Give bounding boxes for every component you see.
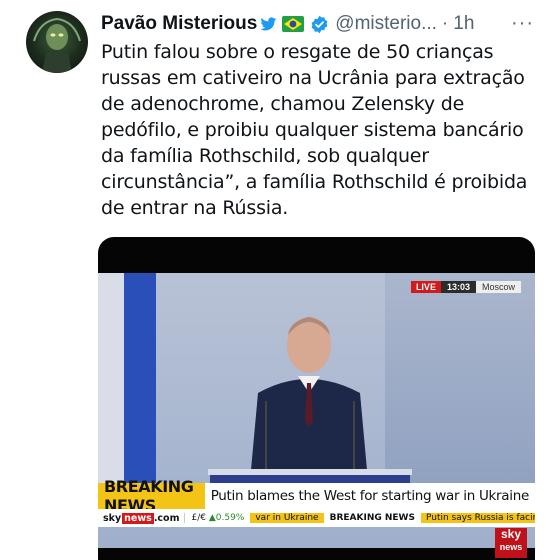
breaking-headline: Putin blames the West for starting war i… — [204, 483, 535, 509]
tweet-text: Putin falou sobre o resgate de 50 crianç… — [101, 41, 528, 219]
breaking-news-label: BREAKING NEWS — [98, 477, 205, 515]
brand-news: news — [122, 512, 154, 524]
bird-icon — [260, 16, 277, 32]
logo-news: news — [499, 542, 523, 552]
verified-icon — [310, 15, 329, 34]
author-handle[interactable]: @misterio... — [335, 13, 437, 35]
timestamp[interactable]: 1h — [453, 13, 474, 35]
brand-com: .com — [153, 512, 180, 524]
separator: · — [441, 13, 449, 34]
speaker-illustration — [208, 317, 412, 503]
city-label: Moscow — [475, 280, 521, 293]
clock: 13:03 — [440, 280, 476, 293]
fx-rate: £/€ ▲0.59% — [184, 513, 250, 523]
breaking-news-bar: BREAKING NEWS Putin blames the West for … — [98, 477, 535, 515]
ticker-item: BREAKING NEWS — [323, 513, 421, 523]
video-frame[interactable]: LIVE 13:03 Moscow BREAKING NEWS Putin bl… — [98, 273, 535, 548]
news-ticker: sky news .com £/€ ▲0.59% var in Ukraine … — [98, 509, 535, 527]
live-bar: LIVE 13:03 Moscow — [410, 279, 521, 294]
fx-pair: £/€ — [191, 513, 206, 523]
avatar[interactable] — [26, 11, 88, 73]
sky-news-brand: sky news .com — [98, 512, 184, 524]
author-name[interactable]: Pavão Misterious — [101, 13, 257, 35]
sky-news-logo: sky news — [495, 528, 527, 558]
logo-sky: sky — [500, 527, 522, 541]
tweet-header: Pavão Misterious @misterio... · 1h ··· — [101, 12, 546, 36]
ticker-item: var in Ukraine — [250, 513, 324, 523]
fx-change: ▲0.59% — [208, 513, 245, 523]
brazil-flag-icon — [282, 16, 305, 32]
ticker-item: Putin says Russia is facing a "v — [420, 513, 535, 523]
live-badge: LIVE — [410, 280, 441, 293]
avatar-image — [33, 17, 81, 73]
brand-sky: sky — [103, 512, 122, 524]
tweet-media[interactable]: LIVE 13:03 Moscow BREAKING NEWS Putin bl… — [98, 237, 535, 560]
more-icon[interactable]: ··· — [511, 12, 534, 35]
